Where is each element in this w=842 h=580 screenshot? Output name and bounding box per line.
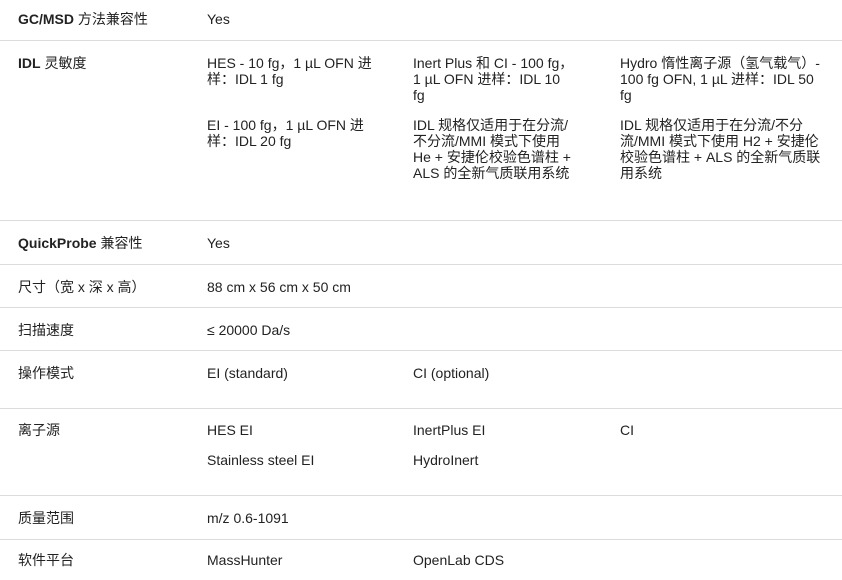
- spec-value: Yes: [207, 235, 230, 251]
- spec-label: GC/MSD 方法兼容性: [18, 11, 148, 27]
- spec-value: CI: [620, 422, 634, 438]
- spec-value-ci: CI (optional): [413, 365, 490, 381]
- spec-value: InertPlus EI: [413, 422, 486, 438]
- spec-label: 操作模式: [18, 365, 74, 381]
- spec-row-mode: 操作模式 EI (standard) CI (optional): [0, 351, 842, 409]
- spec-row-idl: IDL 灵敏度 HES - 10 fg，1 µL OFN 进样：IDL 1 fg…: [0, 41, 842, 221]
- idl-he-note: IDL 规格仅适用于在分流/不分流/MMI 模式下使用 He + 安捷伦校验色谱…: [413, 117, 571, 181]
- spec-label: IDL 灵敏度: [18, 55, 87, 71]
- spec-row-quickprobe: QuickProbe 兼容性 Yes: [0, 221, 842, 265]
- idl-h2-note: IDL 规格仅适用于在分流/不分流/MMI 模式下使用 H2 + 安捷伦校验色谱…: [620, 117, 821, 181]
- spec-row-software: 软件平台 MassHunter OpenLab CDS: [0, 540, 842, 580]
- spec-label: 软件平台: [18, 552, 74, 568]
- spec-value-ei: EI (standard): [207, 365, 288, 381]
- spec-row-ion-source: 离子源 HES EI InertPlus EI CI Stainless ste…: [0, 409, 842, 496]
- spec-row-mass-range: 质量范围 m/z 0.6-1091: [0, 496, 842, 540]
- spec-label: 离子源: [18, 422, 60, 438]
- spec-value: OpenLab CDS: [413, 552, 505, 568]
- spec-value: Stainless steel EI: [207, 452, 315, 468]
- spec-row-dimensions: 尺寸（宽 x 深 x 高） 88 cm x 56 cm x 50 cm: [0, 265, 842, 308]
- idl-hydro-value: Hydro 惰性离子源（氢气载气）- 100 fg OFN, 1 µL 进样：I…: [620, 55, 820, 103]
- spec-row-scan-speed: 扫描速度 ≤ 20000 Da/s: [0, 308, 842, 351]
- spec-value: m/z 0.6-1091: [207, 510, 289, 526]
- spec-value: ≤ 20000 Da/s: [207, 322, 291, 338]
- spec-value: MassHunter: [207, 552, 283, 568]
- spec-value: Yes: [207, 11, 230, 27]
- spec-label: 尺寸（宽 x 深 x 高）: [18, 279, 146, 295]
- spec-row-gc-msd: GC/MSD 方法兼容性 Yes: [0, 0, 842, 41]
- idl-hes-value: HES - 10 fg，1 µL OFN 进样：IDL 1 fg: [207, 55, 372, 87]
- idl-ei-value: EI - 100 fg，1 µL OFN 进样：IDL 20 fg: [207, 117, 364, 149]
- spec-label: 扫描速度: [18, 322, 74, 338]
- spec-value: HES EI: [207, 422, 253, 438]
- spec-value: 88 cm x 56 cm x 50 cm: [207, 279, 351, 295]
- spec-label: QuickProbe 兼容性: [18, 235, 143, 251]
- spec-table: GC/MSD 方法兼容性 Yes IDL 灵敏度 HES - 10 fg，1 µ…: [0, 0, 842, 580]
- spec-value: HydroInert: [413, 452, 479, 468]
- idl-inert-ci-value: Inert Plus 和 CI - 100 fg，1 µL OFN 进样：IDL…: [413, 55, 574, 103]
- spec-label: 质量范围: [18, 510, 74, 526]
